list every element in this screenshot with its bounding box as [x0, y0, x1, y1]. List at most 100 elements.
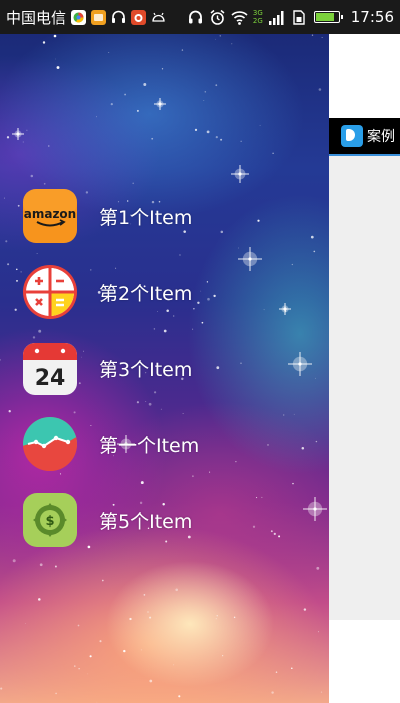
star — [161, 68, 164, 70]
signal-icon — [268, 9, 285, 26]
star — [129, 617, 132, 621]
app-logo-icon — [341, 125, 363, 147]
wifi-icon — [231, 9, 248, 26]
star — [321, 36, 323, 38]
star — [206, 130, 210, 134]
star — [96, 701, 98, 703]
star — [233, 616, 236, 619]
sparkle — [154, 98, 166, 110]
star — [222, 655, 224, 657]
star — [149, 679, 153, 683]
star — [143, 83, 147, 86]
star — [275, 671, 278, 673]
star — [101, 579, 104, 582]
star — [311, 34, 314, 36]
star — [12, 559, 16, 563]
star — [216, 615, 218, 617]
star — [110, 102, 113, 106]
star — [173, 664, 175, 666]
star — [48, 145, 50, 147]
system-icons: 3G 2G 17:56 — [187, 8, 394, 26]
calendar-icon-text: 24 — [35, 366, 66, 391]
main-content: 案例 — [329, 34, 400, 703]
calendar-icon: 24 — [23, 343, 77, 395]
star — [55, 692, 57, 695]
star — [77, 624, 80, 627]
star — [87, 673, 89, 675]
carrier-name: 中国电信 — [6, 8, 67, 27]
star — [320, 691, 323, 693]
drawer-item-5[interactable]: $ 第5个Item — [0, 482, 329, 558]
star — [231, 43, 233, 45]
headset-icon — [110, 9, 127, 26]
star — [204, 91, 207, 93]
star — [140, 649, 142, 651]
star — [124, 93, 127, 96]
star — [22, 141, 24, 143]
star — [214, 38, 216, 40]
star — [259, 124, 261, 126]
star — [203, 100, 205, 101]
money-icon-text: $ — [45, 514, 54, 529]
app-icon — [90, 9, 107, 26]
star — [26, 129, 28, 131]
star — [181, 49, 184, 51]
drawer-menu: amazon 第1个Item 第2个Item 24 第3个Item 第一个Ite… — [0, 178, 329, 558]
battery-icon — [313, 11, 343, 23]
android-icon — [150, 9, 167, 26]
drawer-item-1[interactable]: amazon 第1个Item — [0, 178, 329, 254]
alarm-icon — [209, 9, 226, 26]
star — [215, 135, 218, 139]
network-type-top: 3G — [252, 9, 263, 17]
content-bottom-area — [329, 620, 400, 703]
app-red-icon — [130, 9, 147, 26]
amazon-icon-text: amazon — [24, 207, 76, 221]
star — [74, 665, 76, 667]
star — [143, 594, 146, 596]
money-icon: $ — [23, 493, 77, 547]
star — [175, 588, 179, 592]
browser-icon — [70, 9, 87, 26]
drawer-item-label: 第一个Item — [99, 434, 200, 457]
star — [53, 34, 57, 38]
star — [317, 631, 320, 633]
star — [149, 616, 152, 619]
drawer-item-label: 第5个Item — [99, 510, 193, 533]
chart-icon — [23, 417, 77, 471]
star — [271, 691, 274, 694]
star — [303, 608, 307, 611]
status-bar: 中国电信 3G 2G 17:56 — [0, 0, 400, 34]
star — [42, 41, 46, 44]
network-type-bottom: 2G — [252, 17, 263, 25]
star — [123, 649, 126, 653]
star — [30, 174, 34, 178]
star — [291, 667, 293, 669]
drawer-item-3[interactable]: 24 第3个Item — [0, 330, 329, 406]
star — [25, 623, 26, 624]
star — [6, 136, 10, 139]
sim-icon — [290, 9, 307, 26]
drawer-item-4[interactable]: 第一个Item — [0, 406, 329, 482]
content-body — [329, 156, 400, 620]
clock: 17:56 — [350, 8, 394, 26]
star — [215, 618, 217, 620]
star — [0, 687, 3, 690]
star — [151, 137, 154, 140]
star — [55, 58, 56, 60]
star — [215, 84, 218, 87]
star — [56, 66, 60, 69]
star — [316, 566, 320, 570]
drawer-item-label: 第3个Item — [99, 358, 193, 381]
star — [318, 88, 322, 91]
headphones-icon — [187, 9, 204, 26]
drawer-item-2[interactable]: 第2个Item — [0, 254, 329, 330]
star — [78, 668, 80, 670]
navigation-drawer[interactable]: amazon 第1个Item 第2个Item 24 第3个Item 第一个Ite… — [0, 34, 329, 703]
star — [220, 138, 223, 141]
calculator-icon — [23, 265, 77, 319]
star — [136, 109, 139, 112]
notification-icons — [70, 9, 167, 26]
content-top-area — [329, 34, 400, 118]
toolbar: 案例 — [329, 118, 400, 154]
star — [99, 640, 102, 643]
